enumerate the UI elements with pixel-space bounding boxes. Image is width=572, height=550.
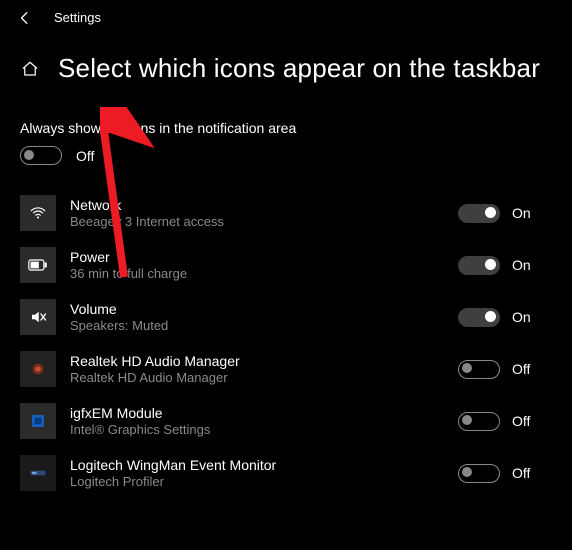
row-name: Network xyxy=(70,197,444,213)
icon-row: Logitech WingMan Event MonitorLogitech P… xyxy=(20,447,554,499)
icon-row: VolumeSpeakers: Muted On xyxy=(20,291,554,343)
row-toggle-state: On xyxy=(512,257,531,273)
battery-icon xyxy=(20,247,56,283)
row-text: NetworkBeeagey 3 Internet access xyxy=(70,197,444,229)
row-name: Logitech WingMan Event Monitor xyxy=(70,457,444,473)
icon-row: igfxEM ModuleIntel® Graphics Settings Off xyxy=(20,395,554,447)
home-icon[interactable] xyxy=(20,59,40,79)
row-text: VolumeSpeakers: Muted xyxy=(70,301,444,333)
row-toggle-wrap: Off xyxy=(458,464,554,483)
row-toggle-state: On xyxy=(512,309,531,325)
title-row: Select which icons appear on the taskbar xyxy=(0,25,572,84)
row-toggle[interactable] xyxy=(458,256,500,275)
icon-row: NetworkBeeagey 3 Internet access On xyxy=(20,187,554,239)
page-title: Select which icons appear on the taskbar xyxy=(58,53,540,84)
row-toggle[interactable] xyxy=(458,204,500,223)
row-text: Logitech WingMan Event MonitorLogitech P… xyxy=(70,457,444,489)
row-subtitle: Realtek HD Audio Manager xyxy=(70,370,444,385)
logitech-icon xyxy=(20,455,56,491)
back-icon[interactable] xyxy=(18,11,32,25)
icon-row: Realtek HD Audio ManagerRealtek HD Audio… xyxy=(20,343,554,395)
master-toggle-label: Always show all icons in the notificatio… xyxy=(20,120,554,136)
row-toggle-state: Off xyxy=(512,465,530,481)
volume-mute-icon xyxy=(20,299,56,335)
row-toggle[interactable] xyxy=(458,308,500,327)
row-name: igfxEM Module xyxy=(70,405,444,421)
row-toggle-wrap: Off xyxy=(458,360,554,379)
master-toggle[interactable] xyxy=(20,146,62,165)
row-text: igfxEM ModuleIntel® Graphics Settings xyxy=(70,405,444,437)
row-toggle-wrap: Off xyxy=(458,412,554,431)
master-toggle-row: Off xyxy=(20,146,554,165)
wifi-icon xyxy=(20,195,56,231)
row-text: Realtek HD Audio ManagerRealtek HD Audio… xyxy=(70,353,444,385)
row-toggle-wrap: On xyxy=(458,308,554,327)
row-toggle-state: Off xyxy=(512,361,530,377)
row-toggle-wrap: On xyxy=(458,204,554,223)
header-label: Settings xyxy=(54,10,101,25)
row-subtitle: Beeagey 3 Internet access xyxy=(70,214,444,229)
row-toggle[interactable] xyxy=(458,412,500,431)
header-bar: Settings xyxy=(0,0,572,25)
row-name: Volume xyxy=(70,301,444,317)
row-name: Power xyxy=(70,249,444,265)
row-text: Power36 min to full charge xyxy=(70,249,444,281)
row-toggle[interactable] xyxy=(458,464,500,483)
master-toggle-state: Off xyxy=(76,148,94,164)
row-subtitle: Intel® Graphics Settings xyxy=(70,422,444,437)
row-toggle-wrap: On xyxy=(458,256,554,275)
icon-list: NetworkBeeagey 3 Internet accessOnPower3… xyxy=(20,187,554,499)
row-name: Realtek HD Audio Manager xyxy=(70,353,444,369)
row-toggle[interactable] xyxy=(458,360,500,379)
realtek-icon xyxy=(20,351,56,387)
row-toggle-state: Off xyxy=(512,413,530,429)
settings-section: Always show all icons in the notificatio… xyxy=(0,84,572,499)
row-toggle-state: On xyxy=(512,205,531,221)
row-subtitle: Logitech Profiler xyxy=(70,474,444,489)
row-subtitle: 36 min to full charge xyxy=(70,266,444,281)
intel-icon xyxy=(20,403,56,439)
row-subtitle: Speakers: Muted xyxy=(70,318,444,333)
icon-row: Power36 min to full charge On xyxy=(20,239,554,291)
